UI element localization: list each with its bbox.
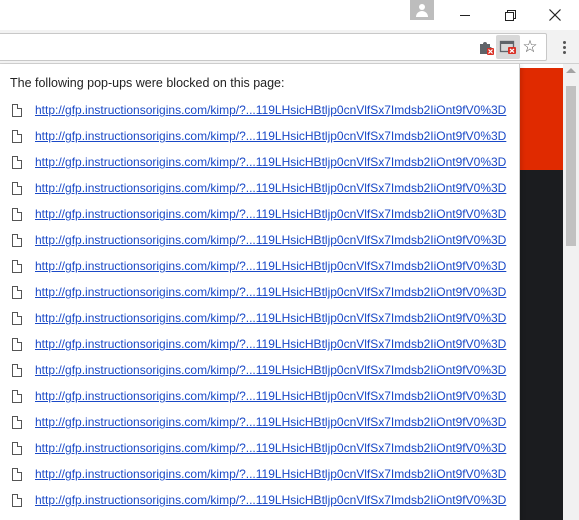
document-icon [12, 130, 22, 143]
maximize-icon [504, 9, 516, 21]
blocked-popup-link[interactable]: http://gfp.instructionsorigins.com/kimp/… [35, 389, 506, 403]
profile-avatar-icon[interactable] [410, 0, 434, 20]
blocked-popup-link[interactable]: http://gfp.instructionsorigins.com/kimp/… [35, 337, 506, 351]
list-item: http://gfp.instructionsorigins.com/kimp/… [0, 438, 519, 464]
bubble-title: The following pop-ups were blocked on th… [10, 76, 285, 90]
document-icon [12, 260, 22, 273]
document-icon [12, 234, 22, 247]
close-button[interactable] [532, 0, 578, 30]
list-item: http://gfp.instructionsorigins.com/kimp/… [0, 178, 519, 204]
scroll-up-arrow-icon[interactable] [566, 68, 576, 73]
browser-toolbar: ☆ [0, 30, 579, 64]
document-icon [12, 416, 22, 429]
list-item: http://gfp.instructionsorigins.com/kimp/… [0, 490, 519, 516]
list-item: http://gfp.instructionsorigins.com/kimp/… [0, 334, 519, 360]
blocked-popup-link[interactable]: http://gfp.instructionsorigins.com/kimp/… [35, 363, 506, 377]
document-icon [12, 494, 22, 507]
list-item: http://gfp.instructionsorigins.com/kimp/… [0, 100, 519, 126]
extension-icon [480, 42, 494, 55]
document-icon [12, 182, 22, 195]
document-icon [12, 312, 22, 325]
list-item: http://gfp.instructionsorigins.com/kimp/… [0, 412, 519, 438]
blocked-popup-link[interactable]: http://gfp.instructionsorigins.com/kimp/… [35, 441, 506, 455]
document-icon [12, 286, 22, 299]
avatar-head [419, 4, 425, 10]
scrollbar-thumb[interactable] [566, 86, 576, 246]
blocked-popup-link[interactable]: http://gfp.instructionsorigins.com/kimp/… [35, 493, 506, 507]
blocked-popup-link[interactable]: http://gfp.instructionsorigins.com/kimp/… [35, 311, 506, 325]
minimize-icon [460, 14, 470, 16]
document-icon [12, 468, 22, 481]
page-dark-section [520, 170, 563, 520]
document-icon [12, 104, 22, 117]
list-item: http://gfp.instructionsorigins.com/kimp/… [0, 308, 519, 334]
close-icon [549, 9, 561, 21]
list-item: http://gfp.instructionsorigins.com/kimp/… [0, 464, 519, 490]
avatar-shoulders [416, 11, 428, 17]
document-icon [12, 208, 22, 221]
blocked-popup-link[interactable]: http://gfp.instructionsorigins.com/kimp/… [35, 155, 506, 169]
list-item: http://gfp.instructionsorigins.com/kimp/… [0, 360, 519, 386]
popup-blocked-button[interactable] [496, 35, 520, 59]
blocked-popup-list: http://gfp.instructionsorigins.com/kimp/… [0, 100, 519, 520]
blocked-popup-link[interactable]: http://gfp.instructionsorigins.com/kimp/… [35, 129, 506, 143]
blocked-popup-link[interactable]: http://gfp.instructionsorigins.com/kimp/… [35, 259, 506, 273]
list-item: http://gfp.instructionsorigins.com/kimp/… [0, 386, 519, 412]
blocked-popup-link[interactable]: http://gfp.instructionsorigins.com/kimp/… [35, 181, 506, 195]
list-item: http://gfp.instructionsorigins.com/kimp/… [0, 152, 519, 178]
address-bar[interactable] [0, 33, 547, 61]
menu-icon [562, 40, 566, 54]
minimize-button[interactable] [442, 0, 488, 30]
document-icon [12, 390, 22, 403]
blocked-popup-link[interactable]: http://gfp.instructionsorigins.com/kimp/… [35, 415, 506, 429]
list-item: http://gfp.instructionsorigins.com/kimp/… [0, 230, 519, 256]
document-icon [12, 338, 22, 351]
blocked-popup-link[interactable]: http://gfp.instructionsorigins.com/kimp/… [35, 207, 506, 221]
browser-menu-button[interactable] [552, 35, 576, 59]
popup-blocked-icon [499, 40, 516, 54]
document-icon [12, 156, 22, 169]
list-item: http://gfp.instructionsorigins.com/kimp/… [0, 126, 519, 152]
document-icon [12, 442, 22, 455]
title-bar [0, 0, 579, 30]
list-item: http://gfp.instructionsorigins.com/kimp/… [0, 256, 519, 282]
blocked-popup-link[interactable]: http://gfp.instructionsorigins.com/kimp/… [35, 285, 506, 299]
document-icon [12, 364, 22, 377]
list-item: http://gfp.instructionsorigins.com/kimp/… [0, 204, 519, 230]
page-header-banner [520, 68, 563, 170]
list-item: http://gfp.instructionsorigins.com/kimp/… [0, 516, 519, 520]
extension-button[interactable] [474, 35, 498, 59]
blocked-popup-link[interactable]: http://gfp.instructionsorigins.com/kimp/… [35, 233, 506, 247]
maximize-button[interactable] [487, 0, 533, 30]
star-icon: ☆ [522, 36, 538, 57]
blocked-popup-link[interactable]: http://gfp.instructionsorigins.com/kimp/… [35, 467, 506, 481]
popup-blocker-bubble: The following pop-ups were blocked on th… [0, 64, 520, 520]
bookmark-star-button[interactable]: ☆ [518, 35, 542, 59]
list-item: http://gfp.instructionsorigins.com/kimp/… [0, 282, 519, 308]
blocked-popup-link[interactable]: http://gfp.instructionsorigins.com/kimp/… [35, 103, 506, 117]
